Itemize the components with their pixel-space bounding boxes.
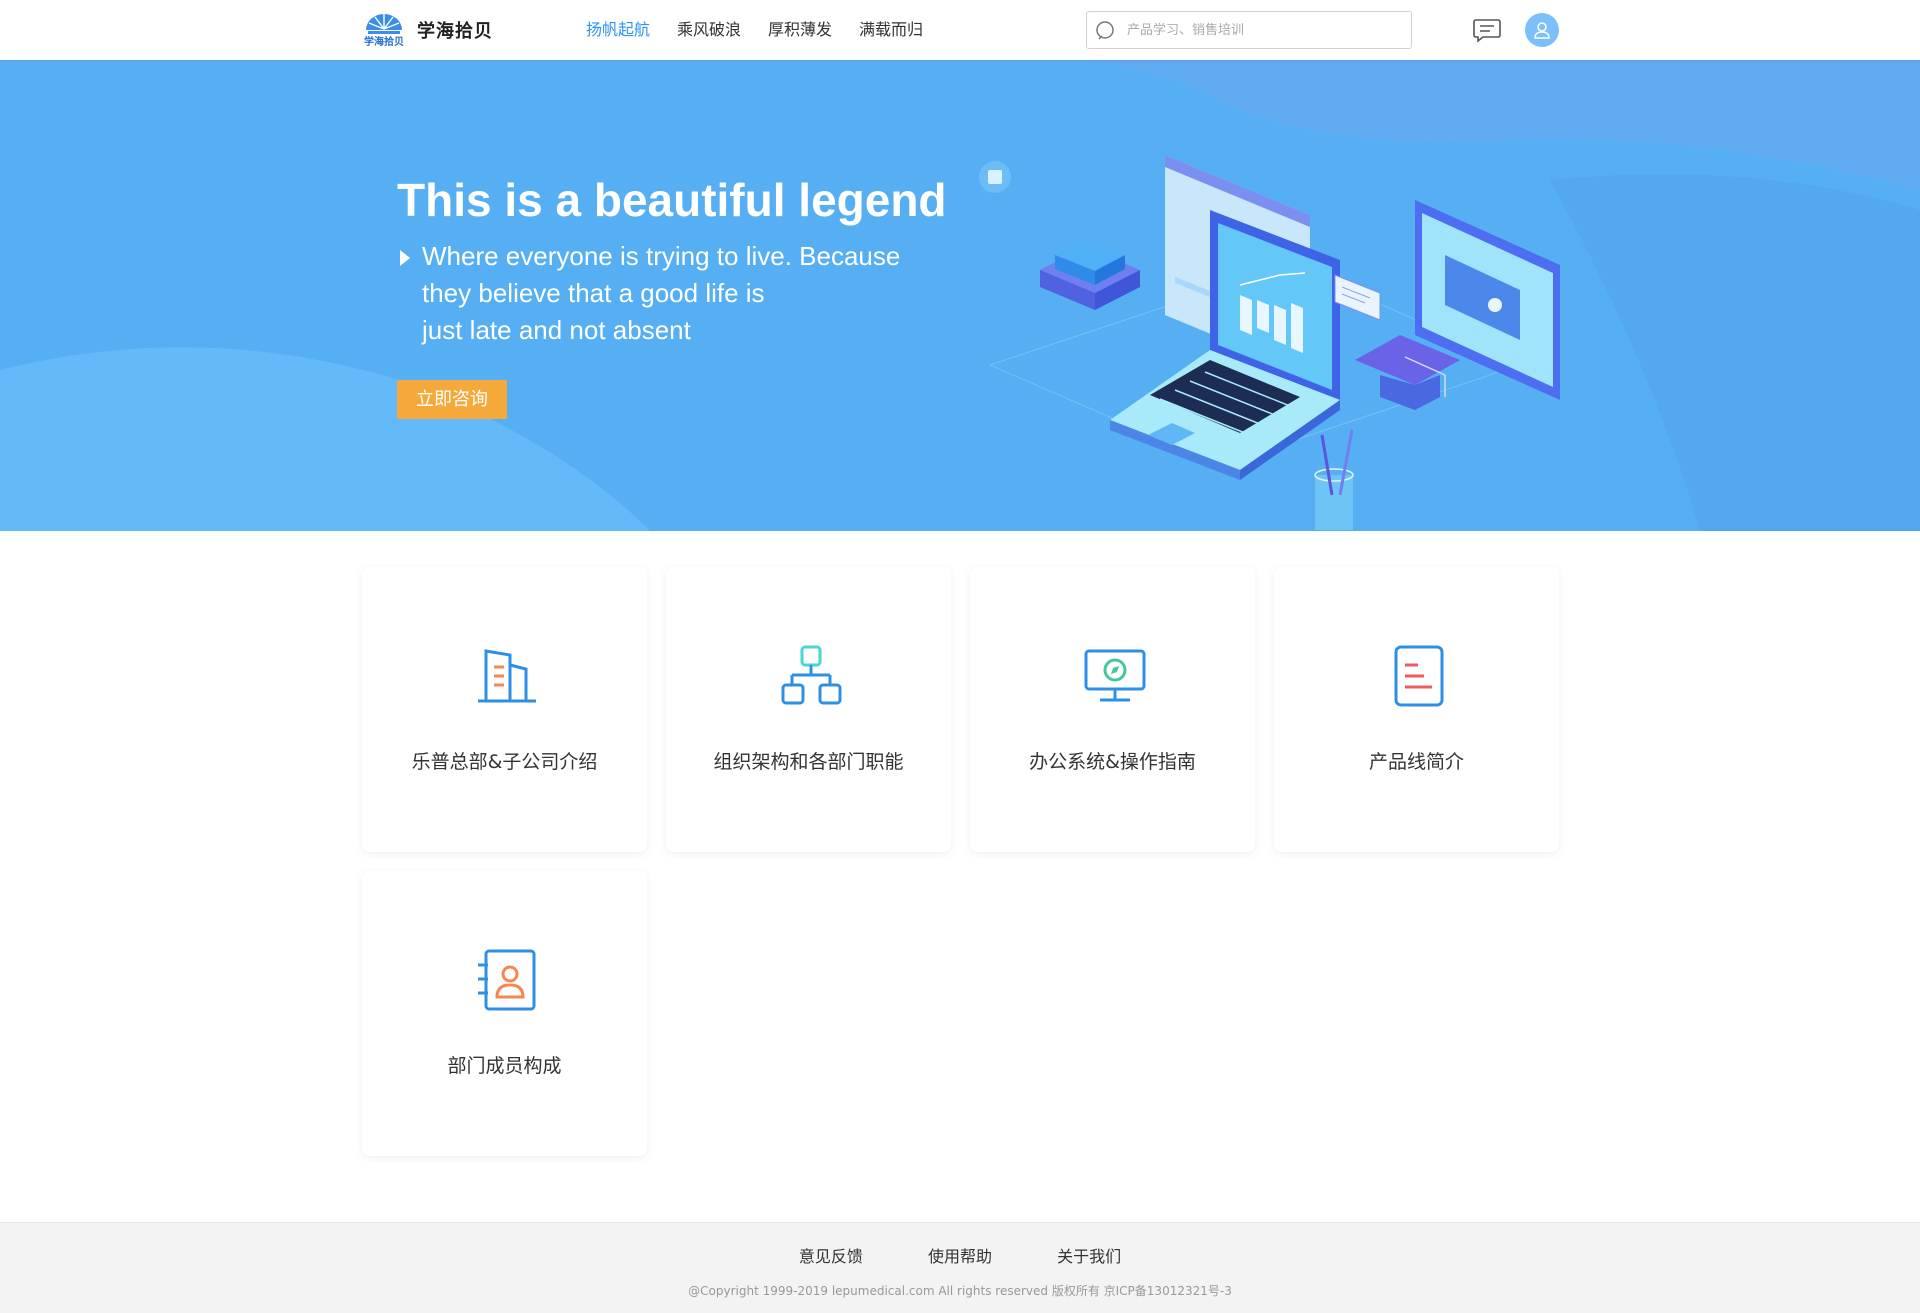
banner-line-2: they believe that a good life is [422,278,765,308]
consult-button[interactable]: 立即咨询 [397,380,507,419]
card-label: 办公系统&操作指南 [1029,751,1196,773]
feedback-link[interactable]: 意见反馈 [799,1243,863,1267]
logo-text: 学海拾贝 [364,35,404,48]
card-label: 组织架构和各部门职能 [713,751,904,773]
nav-item-manzai[interactable]: 满载而归 [859,0,923,60]
nav-item-yangfan[interactable]: 扬帆起航 [586,0,650,60]
footer-links: 意见反馈 使用帮助 关于我们 [0,1243,1920,1267]
banner-title: This is a beautiful legend [397,174,947,226]
banner-line-1: Where everyone is trying to live. Becaus… [422,241,901,271]
org-chart-icon [781,645,842,705]
document-icon [1394,645,1444,707]
card-org-structure[interactable]: 组织架构和各部门职能 [666,567,951,852]
user-icon [1534,22,1550,39]
search-box [1086,11,1412,49]
avatar[interactable] [1525,13,1559,47]
search-input[interactable] [1127,12,1407,48]
card-label: 产品线简介 [1368,751,1464,773]
card-label: 部门成员构成 [447,1055,562,1077]
card-department-members[interactable]: 部门成员构成 [362,871,647,1156]
laptop-illustration [979,155,1560,530]
monitor-compass-icon [1084,649,1146,702]
card-label: 乐普总部&子公司介绍 [411,751,598,773]
play-arrow-icon [400,250,410,266]
search-icon[interactable] [1095,20,1117,42]
hero-banner: This is a beautiful legend Where everyon… [0,60,1920,531]
message-icon[interactable] [1472,16,1502,44]
about-link[interactable]: 关于我们 [1057,1243,1121,1267]
card-company-intro[interactable]: 乐普总部&子公司介绍 [362,567,647,852]
banner-subtitle: Where everyone is trying to live. Becaus… [422,238,942,349]
copyright-text: @Copyright 1999-2019 lepumedical.com All… [688,1284,1232,1298]
footer: 意见反馈 使用帮助 关于我们 @Copyright 1999-2019 lepu… [0,1222,1920,1313]
help-link[interactable]: 使用帮助 [928,1243,992,1267]
main-nav: 扬帆起航 乘风破浪 厚积薄发 满载而归 [586,0,950,60]
card-office-system[interactable]: 办公系统&操作指南 [970,567,1255,852]
banner-line-3: just late and not absent [422,315,691,345]
building-icon [478,649,536,703]
logo-icon[interactable]: 学海拾贝 [362,8,406,52]
brand-name[interactable]: 学海拾贝 [417,17,493,43]
nav-item-chengfeng[interactable]: 乘风破浪 [677,0,741,60]
card-product-line[interactable]: 产品线简介 [1274,567,1559,852]
top-navbar: 学海拾贝 学海拾贝 扬帆起航 乘风破浪 厚积薄发 满载而归 [0,0,1920,60]
nav-item-houji[interactable]: 厚积薄发 [768,0,832,60]
contact-book-icon [478,949,536,1011]
